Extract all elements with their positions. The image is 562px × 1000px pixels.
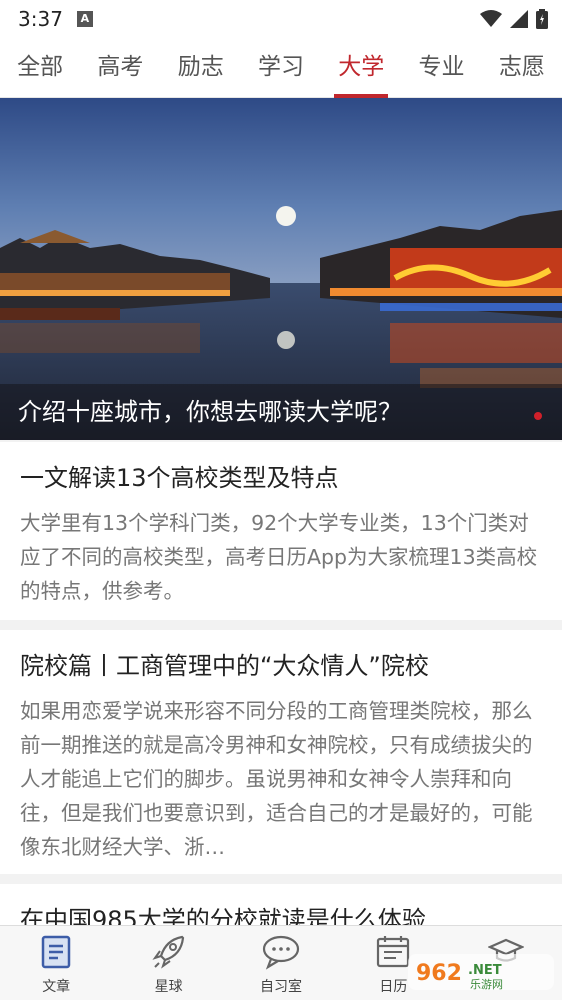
watermark-logo: 962 .NET 乐游网 xyxy=(406,950,556,994)
tab-application[interactable]: 志愿 xyxy=(495,38,549,98)
signal-icon xyxy=(510,10,528,28)
nav-label: 星球 xyxy=(154,979,183,995)
tab-inspiration[interactable]: 励志 xyxy=(174,38,228,98)
article-title: 一文解读13个高校类型及特点 xyxy=(20,464,339,492)
hero-banner[interactable]: 介绍十座城市，你想去哪读大学呢？ xyxy=(0,98,562,440)
rocket-icon xyxy=(148,932,190,972)
nav-label: 自习室 xyxy=(259,979,302,995)
status-right xyxy=(480,9,548,29)
article-card[interactable]: 一文解读13个高校类型及特点 大学里有13个学科门类，92个大学专业类，13个门… xyxy=(0,442,562,620)
wifi-icon xyxy=(480,10,502,27)
article-summary: 大学里有13个学科门类，92个大学专业类，13个门类对应了不同的高校类型，高考日… xyxy=(20,511,538,603)
tab-major[interactable]: 专业 xyxy=(415,38,469,98)
category-tabs: 全部 高考 励志 学习 大学 专业 志愿 xyxy=(0,38,562,98)
svg-text:962: 962 xyxy=(416,961,462,986)
tab-university[interactable]: 大学 xyxy=(334,38,389,98)
status-time: 3:37 xyxy=(18,7,63,31)
tab-study[interactable]: 学习 xyxy=(254,38,308,98)
carousel-indicator xyxy=(534,412,542,420)
svg-text:.NET: .NET xyxy=(468,963,502,978)
article-title: 院校篇丨工商管理中的“大众情人”院校 xyxy=(20,652,429,680)
tab-all[interactable]: 全部 xyxy=(13,38,67,98)
hero-caption: 介绍十座城市，你想去哪读大学呢？ xyxy=(0,384,562,440)
nav-study-room[interactable]: 自习室 xyxy=(236,932,326,996)
chat-icon xyxy=(260,932,302,972)
article-summary: 如果用恋爱学说来形容不同分段的工商管理类院校，那么前一期推送的就是高冷男神和女神… xyxy=(20,699,533,859)
battery-icon xyxy=(536,9,548,29)
nav-label: 文章 xyxy=(42,979,71,995)
nav-label: 日历 xyxy=(379,979,408,995)
article-icon xyxy=(35,932,77,972)
article-card[interactable]: 院校篇丨工商管理中的“大众情人”院校 如果用恋爱学说来形容不同分段的工商管理类院… xyxy=(0,630,562,874)
notification-icon: A xyxy=(76,11,93,27)
nav-planet[interactable]: 星球 xyxy=(124,932,214,996)
nav-articles[interactable]: 文章 xyxy=(11,932,101,996)
tab-gaokao[interactable]: 高考 xyxy=(93,38,147,98)
svg-text:乐游网: 乐游网 xyxy=(470,978,503,991)
status-bar: 3:37 A xyxy=(0,0,562,38)
